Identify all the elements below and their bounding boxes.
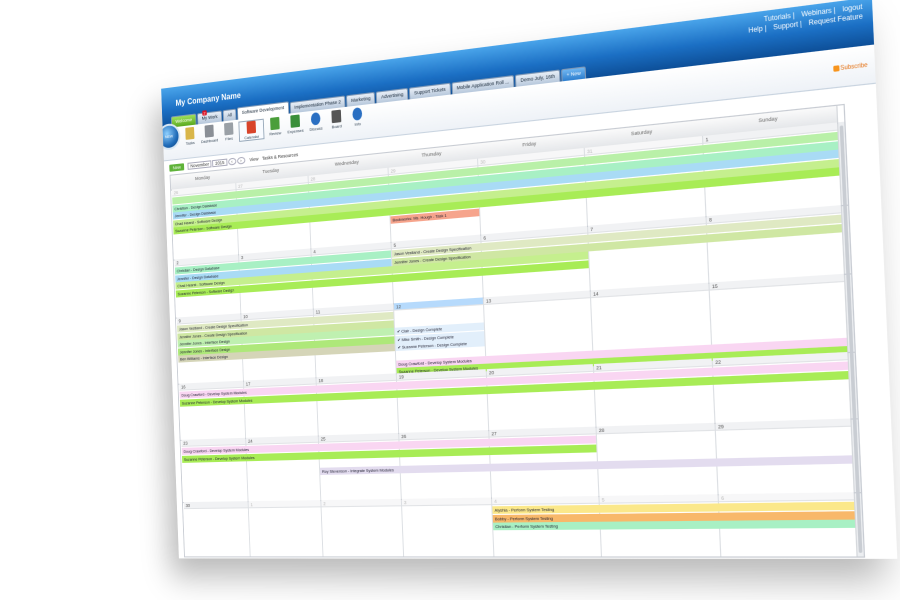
- view-label: View: [249, 156, 259, 163]
- day-number[interactable]: 2: [321, 498, 402, 508]
- calendar-event[interactable]: Roy Stevenson - Integrate System Modules: [319, 455, 853, 475]
- month-calendar: Monday Tuesday Wednesday Thursday Friday Satu…: [169, 103, 866, 559]
- tool-label: Review: [269, 130, 282, 137]
- year-select[interactable]: 2015: [212, 158, 228, 168]
- app-logo[interactable]: NEW: [161, 122, 181, 152]
- day-number[interactable]: 5: [599, 494, 718, 504]
- week-row: 30 1 2 3 4 5 6 Alyshia - Perform System Testing…: [182, 492, 865, 559]
- notification-badge: 2: [202, 110, 207, 116]
- tool-files[interactable]: Files: [219, 122, 239, 145]
- day-number[interactable]: 4: [491, 495, 599, 506]
- company-name: My Company Name: [175, 90, 241, 108]
- tool-dashboard[interactable]: Dashboard: [199, 124, 219, 146]
- tool-expenses[interactable]: Expenses: [285, 114, 306, 137]
- view-options[interactable]: Tasks & Resources: [262, 152, 298, 161]
- day-number[interactable]: 6: [718, 492, 854, 503]
- tool-tasks[interactable]: Tasks: [180, 126, 200, 148]
- subscribe-label: Subscribe: [840, 62, 868, 73]
- tool-board[interactable]: Board: [326, 109, 348, 132]
- tasks-icon: [185, 126, 195, 140]
- discuss-icon: [310, 112, 321, 126]
- review-icon: [270, 116, 280, 131]
- tool-label: Board: [331, 123, 342, 130]
- expenses-icon: [290, 114, 301, 128]
- rss-icon: [832, 65, 840, 73]
- app-window: My Company Name Tutorials | Webinars | l…: [161, 0, 898, 559]
- tool-label: Dashboard: [200, 137, 219, 145]
- tool-label: Info: [354, 120, 361, 127]
- calendar-icon: [246, 120, 257, 134]
- tool-label: Expenses: [287, 127, 304, 135]
- prev-month-icon[interactable]: ‹: [227, 157, 237, 166]
- tool-label: Files: [225, 135, 233, 142]
- calendar-event[interactable]: Christian - Perform System Testing: [493, 519, 856, 531]
- tool-label: Calendar: [244, 133, 260, 141]
- day-number[interactable]: 1: [248, 500, 321, 509]
- day-number[interactable]: 30: [183, 501, 248, 510]
- info-icon: [352, 107, 363, 121]
- tool-label: Tasks: [185, 139, 195, 146]
- tool-info[interactable]: Info: [347, 106, 369, 129]
- new-event-button[interactable]: New: [169, 163, 185, 172]
- subscribe-link[interactable]: Subscribe: [832, 62, 868, 73]
- files-icon: [224, 122, 234, 136]
- tool-review[interactable]: Review: [265, 116, 286, 139]
- day-number[interactable]: 3: [401, 497, 492, 507]
- help-link[interactable]: Help: [748, 26, 763, 35]
- dashboard-icon: [204, 124, 214, 138]
- next-month-icon[interactable]: ›: [236, 156, 246, 165]
- stage: My Company Name Tutorials | Webinars | l…: [0, 0, 900, 600]
- board-icon: [331, 109, 342, 124]
- month-select[interactable]: November: [187, 160, 212, 170]
- tool-discuss[interactable]: Discuss: [305, 111, 326, 134]
- tool-label: Discuss: [309, 125, 323, 132]
- tool-calendar[interactable]: Calendar: [238, 118, 265, 142]
- support-link[interactable]: Support: [773, 22, 798, 32]
